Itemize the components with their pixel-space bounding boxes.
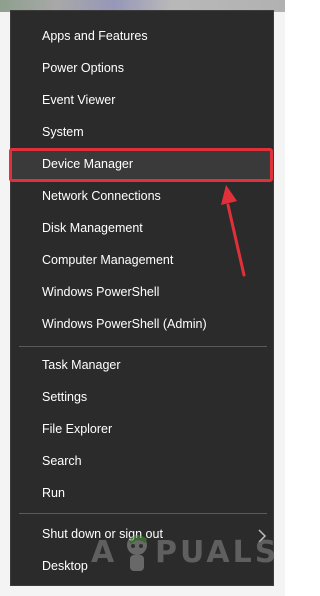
menu-item-task-manager[interactable]: Task Manager: [11, 349, 273, 381]
menu-item-windows-powershell-admin[interactable]: Windows PowerShell (Admin): [11, 308, 273, 340]
watermark-text: PUALS: [155, 535, 280, 570]
menu-divider: [19, 513, 267, 514]
appuals-watermark: A PUALS: [91, 531, 281, 581]
watermark-letter-a: A: [91, 535, 118, 570]
menu-item-run[interactable]: Run: [11, 477, 273, 509]
mascot-logo-icon: [127, 535, 147, 571]
menu-item-apps-and-features[interactable]: Apps and Features: [11, 20, 273, 52]
menu-item-device-manager[interactable]: Device Manager: [11, 148, 273, 180]
menu-item-search[interactable]: Search: [11, 445, 273, 477]
screenshot-frame: Apps and Features Power Options Event Vi…: [0, 0, 285, 596]
menu-item-system[interactable]: System: [11, 116, 273, 148]
red-arrow-icon: [221, 185, 246, 277]
menu-item-power-options[interactable]: Power Options: [11, 52, 273, 84]
menu-divider: [19, 346, 267, 347]
menu-item-file-explorer[interactable]: File Explorer: [11, 413, 273, 445]
menu-item-settings[interactable]: Settings: [11, 381, 273, 413]
winx-power-user-menu: Apps and Features Power Options Event Vi…: [9, 10, 276, 586]
menu-item-event-viewer[interactable]: Event Viewer: [11, 84, 273, 116]
